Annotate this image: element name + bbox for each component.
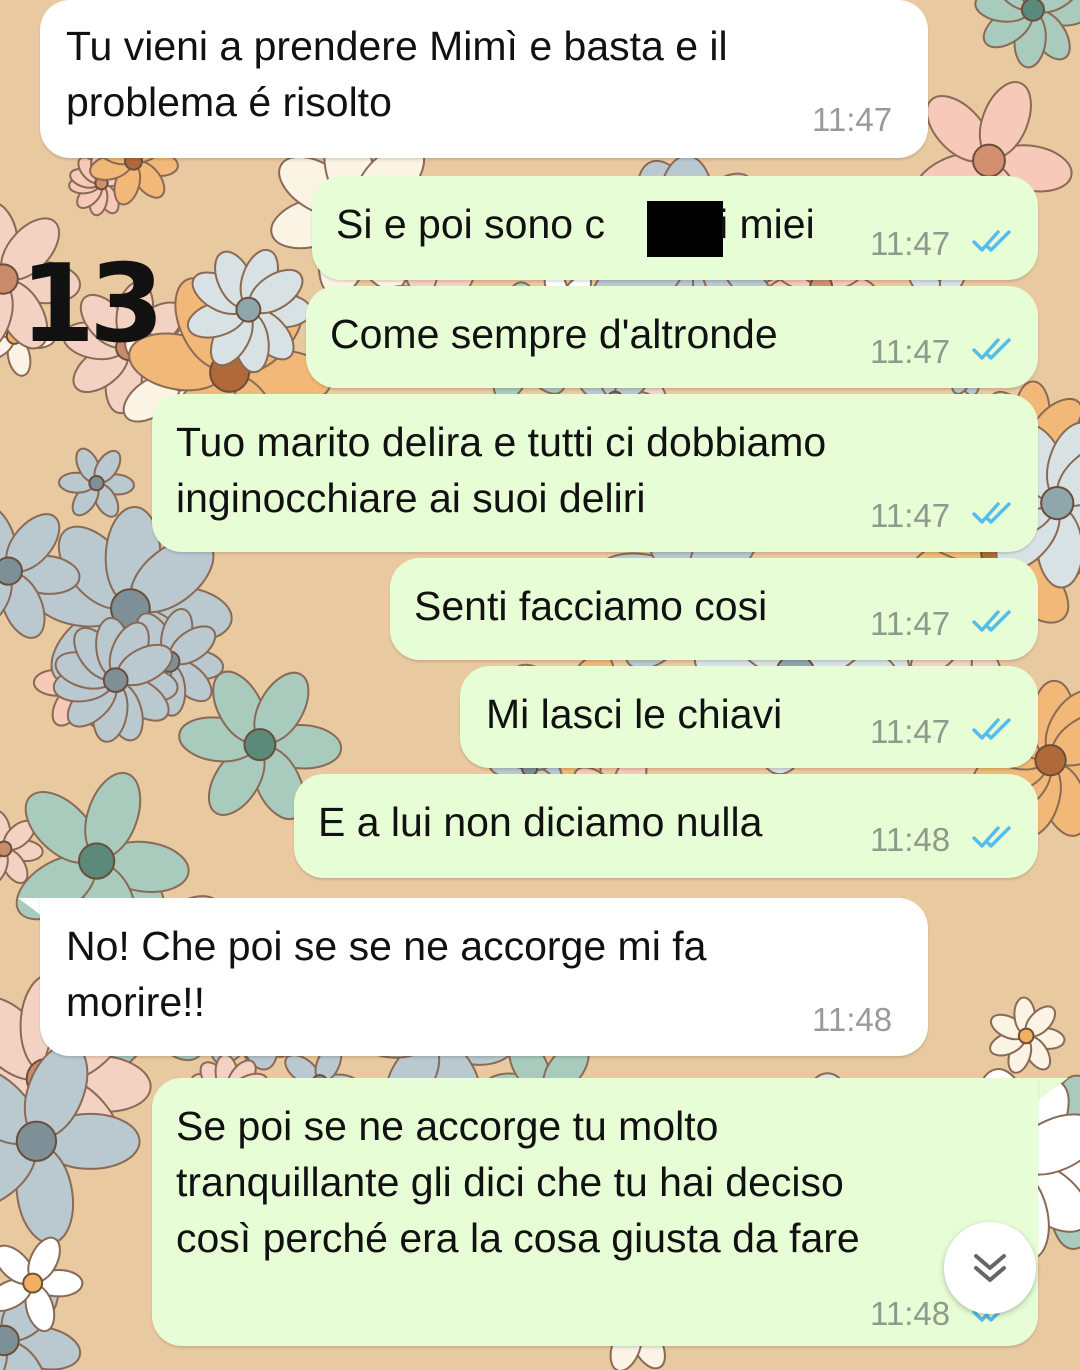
message-time: 11:47 bbox=[870, 713, 951, 750]
message-time: 11:48 bbox=[870, 1295, 951, 1332]
message-bubble-incoming[interactable]: Tu vieni a prendere Mimì e basta e il pr… bbox=[40, 0, 928, 158]
message-text: Tuo marito delira e tutti ci dobbiamo in… bbox=[176, 419, 827, 521]
message-bubble-incoming[interactable]: No! Che poi se se ne accorge mi fa morir… bbox=[40, 898, 928, 1056]
message-time: 11:48 bbox=[870, 821, 951, 858]
message-time: 11:47 bbox=[870, 605, 951, 642]
message-text-part: Si e poi sono c bbox=[336, 201, 605, 247]
message-bubble-outgoing[interactable]: Mi lasci le chiavi 11:47 bbox=[460, 666, 1038, 768]
double-check-icon bbox=[972, 826, 1011, 848]
message-time: 11:47 bbox=[870, 333, 951, 370]
message-time: 11:47 bbox=[870, 225, 951, 262]
double-check-icon bbox=[972, 338, 1011, 360]
double-chevron-down-icon bbox=[974, 1254, 1006, 1282]
message-text-part: i miei bbox=[719, 201, 815, 247]
double-check-icon bbox=[972, 230, 1011, 252]
message-text: Tu vieni a prendere Mimì e basta e il pr… bbox=[66, 23, 728, 125]
message-time: 11:48 bbox=[812, 1001, 893, 1038]
message-text: Se poi se ne accorge tu molto tranquilla… bbox=[176, 1103, 860, 1261]
annotation-number: 13 bbox=[20, 242, 164, 367]
message-text: No! Che poi se se ne accorge mi fa morir… bbox=[66, 923, 707, 1025]
message-bubble-outgoing[interactable]: Senti facciamo cosi 11:47 bbox=[390, 558, 1038, 660]
message-text: E a lui non diciamo nulla bbox=[318, 799, 763, 845]
redaction-box bbox=[647, 201, 723, 257]
message-bubble-outgoing[interactable]: E a lui non diciamo nulla 11:48 bbox=[294, 774, 1038, 878]
message-bubble-outgoing[interactable]: Si e poi sono c i miei 11:47 bbox=[312, 176, 1038, 280]
double-check-icon bbox=[972, 502, 1011, 524]
message-time: 11:47 bbox=[870, 497, 951, 534]
message-time: 11:47 bbox=[812, 101, 893, 138]
message-bubble-outgoing[interactable]: Come sempre d'altronde 11:47 bbox=[306, 286, 1038, 388]
scroll-to-bottom-button[interactable] bbox=[944, 1222, 1036, 1314]
message-text: Mi lasci le chiavi bbox=[486, 691, 783, 737]
message-bubble-outgoing[interactable]: Tuo marito delira e tutti ci dobbiamo in… bbox=[152, 394, 1038, 552]
message-bubble-outgoing[interactable]: Se poi se ne accorge tu molto tranquilla… bbox=[152, 1078, 1038, 1346]
message-text: Senti facciamo cosi bbox=[414, 583, 768, 629]
message-text: Come sempre d'altronde bbox=[330, 311, 778, 357]
double-check-icon bbox=[972, 718, 1011, 740]
double-check-icon bbox=[972, 610, 1011, 632]
